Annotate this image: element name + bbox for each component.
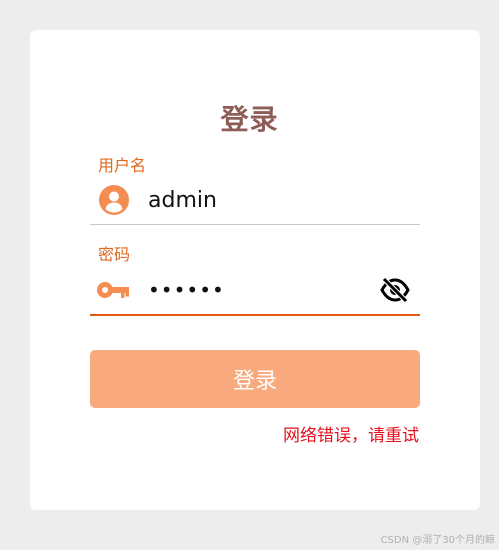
eye-slash-icon[interactable] (380, 277, 410, 303)
page-title: 登录 (220, 103, 279, 136)
key-icon (97, 282, 129, 298)
watermark: CSDN @溺了30个月的鲸 (380, 535, 495, 546)
username-label: 用户名 (98, 156, 147, 175)
error-message: 网络错误，请重试 (283, 426, 419, 446)
login-page: 登录 用户名 密码 登录 网络错误，请重试 CSDN @溺了30个月的鲸 (0, 0, 499, 550)
password-input[interactable] (148, 272, 378, 308)
login-button[interactable]: 登录 (90, 350, 420, 408)
username-field-row (90, 176, 420, 225)
user-circle-icon (99, 185, 129, 215)
username-input[interactable] (148, 182, 378, 218)
password-field-row (90, 266, 420, 316)
password-label: 密码 (98, 245, 131, 264)
